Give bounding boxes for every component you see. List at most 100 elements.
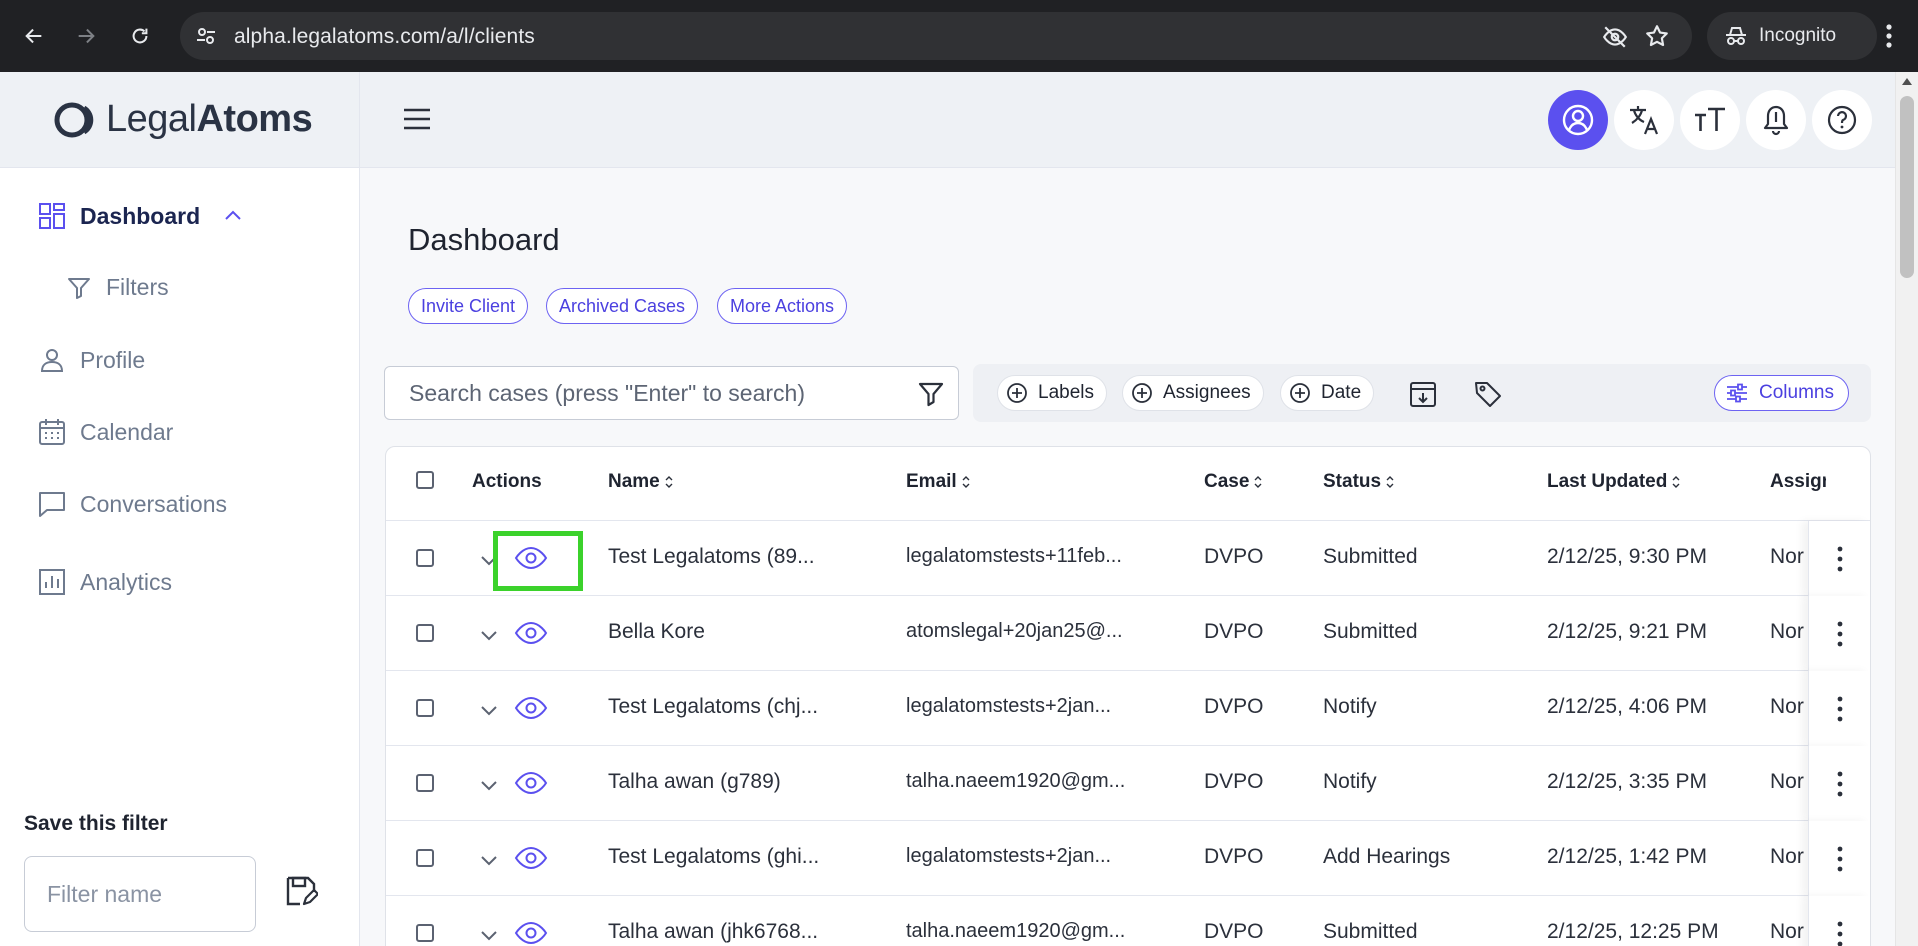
table-row[interactable]: Test Legalatoms (89... legalatomstests+11… — [386, 521, 1870, 596]
plus-circle-icon — [1290, 383, 1310, 403]
bookmark-star-icon[interactable] — [1644, 23, 1670, 49]
row-menu-icon[interactable] — [1808, 896, 1870, 946]
row-checkbox[interactable] — [416, 924, 434, 942]
cell-name[interactable]: Test Legalatoms (ghi... — [608, 845, 848, 869]
cell-last-updated: 2/12/25, 9:21 PM — [1547, 620, 1707, 643]
cell-email: legalatomstests+11feb... — [906, 545, 1122, 567]
search-input[interactable] — [385, 367, 905, 419]
url-text[interactable]: alpha.legalatoms.com/a/l/clients — [234, 25, 535, 49]
more-actions-button[interactable]: More Actions — [717, 288, 848, 324]
sort-icon — [1672, 476, 1680, 488]
row-checkbox[interactable] — [416, 699, 434, 717]
sidebar-item-conversations[interactable]: Conversations — [38, 490, 227, 518]
table-header: Actions Name Email Case Status Last Upda… — [386, 447, 1870, 521]
row-menu-icon[interactable] — [1808, 671, 1870, 746]
cell-name[interactable]: Talha awan (g789) — [608, 770, 848, 794]
row-menu-icon[interactable] — [1808, 746, 1870, 821]
columns-button[interactable]: Columns — [1714, 375, 1849, 411]
column-header-name[interactable]: Name — [608, 471, 674, 493]
date-filter-button[interactable]: Date — [1280, 375, 1375, 411]
sort-icon — [1254, 476, 1262, 488]
row-checkbox[interactable] — [416, 624, 434, 642]
cell-assignee: Nor — [1770, 620, 1804, 643]
eye-icon[interactable] — [514, 768, 548, 798]
sidebar-item-filters[interactable]: Filters — [66, 274, 169, 301]
chevron-down-icon[interactable] — [478, 624, 500, 646]
cell-name[interactable]: Test Legalatoms (89... — [608, 545, 848, 569]
select-all-checkbox[interactable] — [416, 471, 434, 489]
cell-status: Submitted — [1323, 620, 1418, 643]
notifications-button[interactable] — [1746, 90, 1806, 150]
cell-name[interactable]: Test Legalatoms (chj... — [608, 695, 848, 719]
row-checkbox[interactable] — [416, 849, 434, 867]
account-button[interactable] — [1548, 90, 1608, 150]
table-row[interactable]: Talha awan (g789) talha.naeem1920@gm... DV… — [386, 746, 1870, 821]
page-title: Dashboard — [408, 222, 560, 257]
table-row[interactable]: Test Legalatoms (chj... legalatomstests+2… — [386, 671, 1870, 746]
invite-client-button[interactable]: Invite Client — [408, 288, 529, 324]
row-checkbox[interactable] — [416, 549, 434, 567]
column-header-assignee[interactable]: Assign — [1770, 471, 1826, 493]
sort-icon — [962, 476, 970, 488]
chevron-down-icon[interactable] — [478, 924, 500, 946]
scrollbar-thumb[interactable] — [1900, 96, 1914, 278]
column-header-last-updated[interactable]: Last Updated — [1547, 471, 1681, 493]
filter-name-input[interactable] — [24, 856, 256, 932]
incognito-badge[interactable]: Incognito — [1707, 12, 1877, 60]
eye-icon[interactable] — [514, 618, 548, 648]
forward-button[interactable] — [68, 18, 104, 54]
row-checkbox[interactable] — [416, 774, 434, 792]
sidebar-item-analytics[interactable]: Analytics — [38, 568, 172, 596]
row-menu-icon[interactable] — [1808, 521, 1870, 596]
eye-icon[interactable] — [514, 918, 548, 946]
sidebar-item-profile[interactable]: Profile — [38, 346, 145, 374]
brand-name-light: Legal — [106, 98, 197, 140]
table-row[interactable]: Test Legalatoms (ghi... legalatomstests+2… — [386, 821, 1870, 896]
chevron-up-icon[interactable] — [222, 205, 244, 227]
column-header-status[interactable]: Status — [1323, 471, 1395, 493]
archive-download-icon[interactable] — [1408, 379, 1438, 409]
translate-button[interactable] — [1614, 90, 1674, 150]
archived-cases-button[interactable]: Archived Cases — [546, 288, 699, 324]
cell-last-updated: 2/12/25, 1:42 PM — [1547, 845, 1707, 868]
column-header-email[interactable]: Email — [906, 471, 971, 493]
table-row[interactable]: Bella Kore atomslegal+20jan25@... DVPO Subm… — [386, 596, 1870, 671]
chevron-down-icon[interactable] — [478, 774, 500, 796]
cell-last-updated: 2/12/25, 9:30 PM — [1547, 545, 1707, 568]
brand-logo[interactable]: LegalAtoms — [0, 72, 359, 168]
chevron-down-icon[interactable] — [478, 849, 500, 871]
row-menu-icon[interactable] — [1808, 821, 1870, 896]
hamburger-menu-icon[interactable] — [402, 106, 432, 132]
sidebar-item-dashboard[interactable]: Dashboard — [38, 202, 244, 230]
column-header-case[interactable]: Case — [1204, 471, 1263, 493]
calendar-icon — [39, 419, 65, 445]
tag-icon[interactable] — [1473, 379, 1503, 409]
browser-menu-icon[interactable] — [1874, 20, 1904, 52]
table-row[interactable]: Talha awan (jhk6768... talha.naeem1920@gm… — [386, 896, 1870, 946]
column-header-actions: Actions — [472, 471, 542, 492]
app-header — [360, 72, 1895, 168]
reload-button[interactable] — [122, 18, 158, 54]
plus-circle-icon — [1132, 383, 1152, 403]
eye-icon[interactable] — [514, 843, 548, 873]
help-button[interactable] — [1812, 90, 1872, 150]
text-size-button[interactable] — [1680, 90, 1740, 150]
row-menu-icon[interactable] — [1808, 596, 1870, 671]
eye-icon[interactable] — [514, 693, 548, 723]
cell-name[interactable]: Talha awan (jhk6768... — [608, 920, 848, 944]
page-scrollbar[interactable] — [1895, 72, 1918, 946]
assignees-filter-button[interactable]: Assignees — [1122, 375, 1264, 411]
labels-filter-button[interactable]: Labels — [997, 375, 1107, 411]
save-filter-icon[interactable] — [284, 874, 318, 908]
cell-email: legalatomstests+2jan... — [906, 845, 1112, 867]
scroll-up-arrow-icon[interactable] — [1902, 78, 1912, 85]
sidebar-item-calendar[interactable]: Calendar — [38, 418, 173, 446]
incognito-label: Incognito — [1759, 25, 1837, 46]
chevron-down-icon[interactable] — [478, 699, 500, 721]
filter-icon[interactable] — [918, 381, 944, 407]
eye-off-icon[interactable] — [1602, 24, 1628, 50]
site-settings-icon[interactable] — [194, 24, 218, 48]
back-button[interactable] — [16, 18, 52, 54]
address-bar[interactable]: alpha.legalatoms.com/a/l/clients — [180, 12, 1692, 60]
cell-name[interactable]: Bella Kore — [608, 620, 848, 644]
